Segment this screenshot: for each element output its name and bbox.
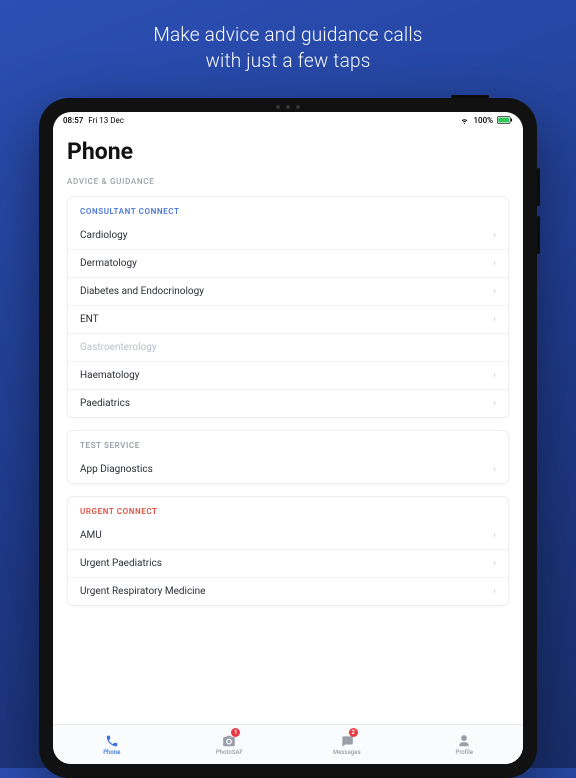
card-body-urgent: AMU›Urgent Paediatrics›Urgent Respirator…: [68, 522, 508, 605]
list-item-label: Urgent Paediatrics: [80, 558, 162, 569]
card-test-service: TEST SERVICE App Diagnostics ›: [67, 430, 509, 484]
list-item[interactable]: AMU ›: [68, 522, 508, 549]
tab-bar: Phone PhotoSAF 1 Messages 2 Profile: [53, 724, 523, 764]
card-urgent-connect: URGENT CONNECT AMU›Urgent Paediatrics›Ur…: [67, 496, 509, 606]
device-camera-cluster: [263, 104, 313, 110]
list-item-label: Haematology: [80, 370, 139, 381]
status-bar: 08:57 Fri 13 Dec 100%: [53, 112, 523, 128]
card-body-consultant: Cardiology›Dermatology›Diabetes and Endo…: [68, 222, 508, 417]
chevron-right-icon: ›: [493, 370, 496, 381]
main-content: Phone ADVICE & GUIDANCE CONSULTANT CONNE…: [53, 128, 523, 724]
device-volume-up: [537, 168, 540, 206]
list-item-label: Gastroenterology: [80, 342, 157, 353]
status-date: Fri 13 Dec: [88, 116, 124, 125]
chevron-right-icon: ›: [493, 398, 496, 409]
list-item-label: AMU: [80, 530, 102, 541]
chevron-right-icon: ›: [493, 314, 496, 325]
device-volume-down: [537, 216, 540, 254]
tab-label: Messages: [333, 749, 361, 756]
card-header-urgent: URGENT CONNECT: [68, 497, 508, 522]
tab-photosaf[interactable]: PhotoSAF 1: [171, 725, 289, 764]
tab-label: Profile: [455, 749, 473, 756]
chevron-right-icon: ›: [493, 586, 496, 597]
chevron-right-icon: ›: [493, 530, 496, 541]
phone-icon: [105, 734, 119, 748]
tab-profile[interactable]: Profile: [406, 725, 524, 764]
chevron-right-icon: ›: [493, 258, 496, 269]
list-item[interactable]: Cardiology ›: [68, 222, 508, 249]
chevron-right-icon: ›: [493, 558, 496, 569]
list-item-label: Dermatology: [80, 258, 137, 269]
list-item-label: Paediatrics: [80, 398, 130, 409]
marketing-headline: Make advice and guidance calls with just…: [0, 0, 576, 73]
chevron-right-icon: ›: [493, 230, 496, 241]
status-time: 08:57: [63, 116, 83, 125]
tab-phone[interactable]: Phone: [53, 725, 171, 764]
card-consultant-connect: CONSULTANT CONNECT Cardiology›Dermatolog…: [67, 196, 509, 418]
section-label: ADVICE & GUIDANCE: [67, 177, 509, 186]
list-item-label: Cardiology: [80, 230, 128, 241]
tab-label: PhotoSAF: [216, 749, 243, 756]
tab-badge: 2: [349, 728, 358, 737]
chevron-right-icon: ›: [493, 286, 496, 297]
list-item[interactable]: Dermatology ›: [68, 249, 508, 277]
wifi-icon: [460, 116, 469, 125]
marketing-line1: Make advice and guidance calls: [153, 23, 422, 46]
page-title: Phone: [67, 138, 509, 165]
card-body-test: App Diagnostics ›: [68, 456, 508, 483]
list-item[interactable]: Paediatrics ›: [68, 389, 508, 417]
status-battery-text: 100%: [473, 116, 493, 125]
list-item-label: Urgent Respiratory Medicine: [80, 586, 205, 597]
list-item[interactable]: App Diagnostics ›: [68, 456, 508, 483]
tablet-frame: 08:57 Fri 13 Dec 100% Phone ADVICE & GUI…: [39, 98, 537, 778]
tab-messages[interactable]: Messages 2: [288, 725, 406, 764]
list-item[interactable]: ENT ›: [68, 305, 508, 333]
device-power-button: [451, 95, 489, 98]
list-item-label: App Diagnostics: [80, 464, 153, 475]
card-header-consultant: CONSULTANT CONNECT: [68, 197, 508, 222]
person-icon: [457, 734, 471, 748]
chevron-right-icon: ›: [493, 464, 496, 475]
list-item[interactable]: Haematology ›: [68, 361, 508, 389]
screen: 08:57 Fri 13 Dec 100% Phone ADVICE & GUI…: [53, 112, 523, 764]
list-item: Gastroenterology: [68, 333, 508, 361]
battery-icon: [497, 116, 513, 124]
marketing-line2: with just a few taps: [205, 49, 370, 72]
list-item[interactable]: Urgent Respiratory Medicine ›: [68, 577, 508, 605]
list-item[interactable]: Urgent Paediatrics ›: [68, 549, 508, 577]
tab-label: Phone: [103, 749, 120, 756]
list-item-label: ENT: [80, 314, 99, 325]
card-header-test: TEST SERVICE: [68, 431, 508, 456]
list-item[interactable]: Diabetes and Endocrinology ›: [68, 277, 508, 305]
tab-badge: 1: [231, 728, 240, 737]
list-item-label: Diabetes and Endocrinology: [80, 286, 204, 297]
